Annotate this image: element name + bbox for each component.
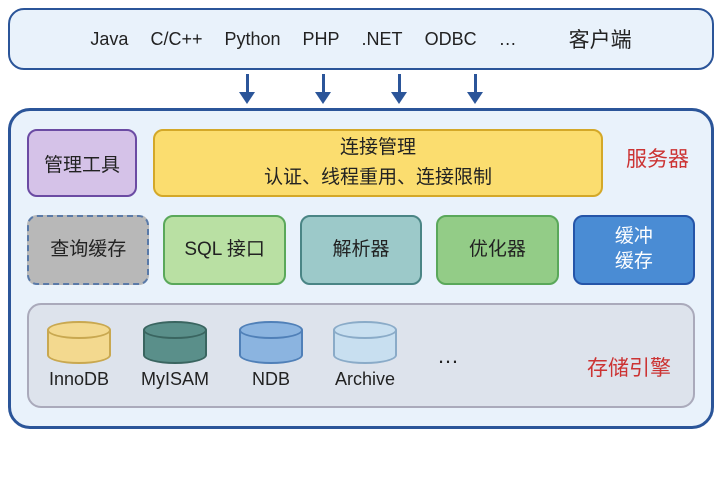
conn-mgmt-detail: 认证、线程重用、连接限制: [264, 163, 492, 193]
cylinder-icon: [47, 321, 111, 365]
engines-row: InnoDB MyISAM NDB Archive …: [47, 321, 675, 390]
engine-label: NDB: [252, 369, 290, 390]
server-box: 服务器 管理工具 连接管理 认证、线程重用、连接限制 查询缓存 SQL 接口 解…: [8, 108, 714, 429]
client-tech-cpp: C/C++: [150, 29, 202, 50]
arrows-row: [8, 70, 714, 108]
storage-engines-box: 存储引擎 InnoDB MyISAM NDB Archive …: [27, 303, 695, 408]
cylinder-icon: [143, 321, 207, 365]
management-tools-box: 管理工具: [27, 129, 137, 197]
client-tech-more: …: [499, 29, 517, 50]
arrow-down-icon: [315, 74, 331, 106]
engine-label: Archive: [335, 369, 395, 390]
optimizer-box: 优化器: [436, 215, 558, 285]
engine-innodb: InnoDB: [47, 321, 111, 390]
server-row-2: 查询缓存 SQL 接口 解析器 优化器 缓冲 缓存: [27, 215, 695, 285]
engine-ndb: NDB: [239, 321, 303, 390]
sql-interface-box: SQL 接口: [163, 215, 285, 285]
client-tech-odbc: ODBC: [425, 29, 477, 50]
client-tech-php: PHP: [303, 29, 340, 50]
client-tech-python: Python: [224, 29, 280, 50]
client-connectors-box: Java C/C++ Python PHP .NET ODBC … 客户端: [8, 8, 714, 70]
server-row-1: 管理工具 连接管理 认证、线程重用、连接限制: [27, 129, 695, 197]
cylinder-icon: [239, 321, 303, 365]
connection-management-box: 连接管理 认证、线程重用、连接限制: [153, 129, 603, 197]
buf-cache-line2: 缓存: [615, 250, 653, 275]
query-cache-box: 查询缓存: [27, 215, 149, 285]
arrow-down-icon: [391, 74, 407, 106]
parser-box: 解析器: [300, 215, 422, 285]
storage-engines-label: 存储引擎: [587, 352, 671, 382]
client-tech-java: Java: [90, 29, 128, 50]
server-label: 服务器: [626, 143, 689, 173]
arrow-down-icon: [467, 74, 483, 106]
engine-myisam: MyISAM: [141, 321, 209, 390]
arrow-down-icon: [239, 74, 255, 106]
engines-more: …: [437, 343, 459, 369]
engine-label: MyISAM: [141, 369, 209, 390]
conn-mgmt-title: 连接管理: [340, 133, 416, 163]
client-tech-dotnet: .NET: [362, 29, 403, 50]
buf-cache-line1: 缓冲: [615, 225, 653, 250]
client-label: 客户端: [569, 24, 632, 54]
cylinder-icon: [333, 321, 397, 365]
engine-archive: Archive: [333, 321, 397, 390]
buffer-cache-box: 缓冲 缓存: [573, 215, 695, 285]
engine-label: InnoDB: [49, 369, 109, 390]
